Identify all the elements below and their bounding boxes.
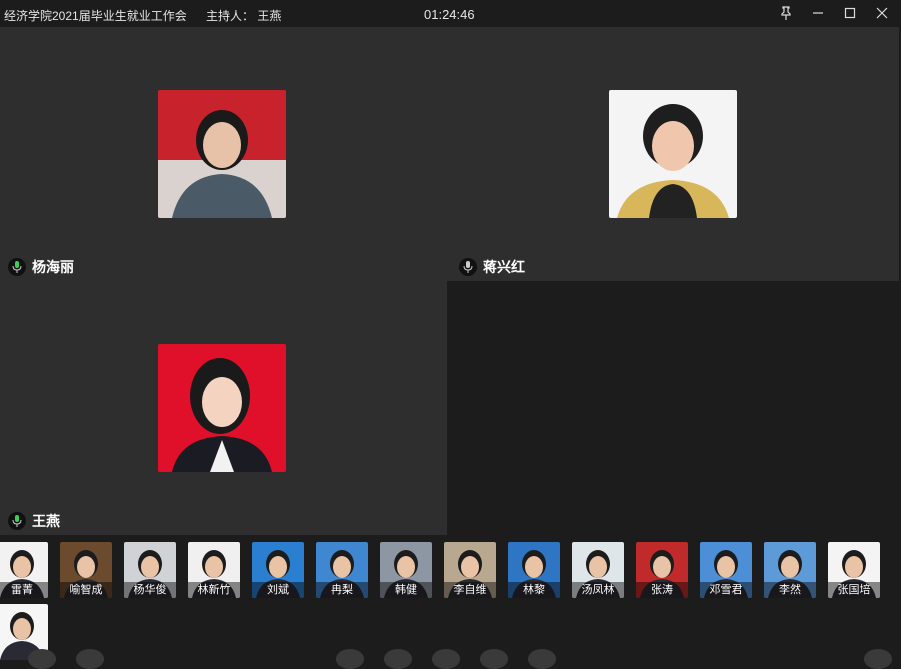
toolbar-button[interactable]	[432, 649, 460, 669]
participant-name: 杨海丽	[32, 259, 74, 275]
toolbar-button[interactable]	[28, 649, 56, 669]
microphone-icon	[8, 258, 26, 276]
participant-thumbnail[interactable]: 雷菁	[0, 542, 48, 598]
meeting-timer: 01:24:46	[424, 7, 475, 22]
participant-name-tag: 蒋兴红	[459, 257, 525, 277]
maximize-icon	[844, 7, 856, 19]
toolbar-button[interactable]	[864, 649, 892, 669]
participant-thumbnail[interactable]: 韩健	[380, 542, 432, 598]
participant-thumbnail-name: 张涛	[636, 582, 688, 598]
toolbar-button[interactable]	[76, 649, 104, 669]
toolbar-button[interactable]	[528, 649, 556, 669]
participant-thumbnail-name: 李自维	[444, 582, 496, 598]
participant-avatar	[158, 90, 286, 218]
pin-button[interactable]	[774, 3, 798, 23]
participant-thumbnail-name: 李然	[764, 582, 816, 598]
participant-name-tag: 杨海丽	[8, 257, 74, 277]
microphone-icon	[8, 512, 26, 530]
host-label: 主持人： 王燕	[206, 9, 282, 23]
avatar-photo	[609, 90, 737, 218]
minimize-icon	[813, 12, 823, 14]
participant-thumbnail-name: 邓雪君	[700, 582, 752, 598]
participant-thumbnail-name: 喻智成	[60, 582, 112, 598]
participant-thumbnail-name: 张国培	[828, 582, 880, 598]
participant-thumbnail[interactable]: 喻智成	[60, 542, 112, 598]
participant-thumbnail[interactable]: 刘斌	[252, 542, 304, 598]
participant-name: 蒋兴红	[483, 259, 525, 275]
meeting-title: 经济学院2021届毕业生就业工作会	[4, 9, 187, 23]
participant-thumbnail[interactable]: 张国培	[828, 542, 880, 598]
participant-avatar	[609, 90, 737, 218]
avatar-photo	[158, 344, 286, 472]
toolbar-button[interactable]	[480, 649, 508, 669]
participant-thumbnail-name: 冉梨	[316, 582, 368, 598]
participant-thumbnail-name: 刘斌	[252, 582, 304, 598]
video-tile-3[interactable]: 王燕	[0, 281, 447, 535]
title-bar: 经济学院2021届毕业生就业工作会 主持人： 王燕 01:24:46	[0, 0, 901, 27]
maximize-button[interactable]	[838, 3, 862, 23]
toolbar-button[interactable]	[336, 649, 364, 669]
participant-thumbnail[interactable]: 林黎	[508, 542, 560, 598]
participant-thumbnail[interactable]: 李然	[764, 542, 816, 598]
pin-icon	[781, 6, 791, 20]
toolbar-button[interactable]	[384, 649, 412, 669]
participant-thumbnail-name: 林新竹	[188, 582, 240, 598]
video-tile-1[interactable]: 杨海丽	[0, 27, 447, 281]
participant-thumbnail-name: 汤凤林	[572, 582, 624, 598]
avatar-photo	[158, 90, 286, 218]
participant-thumbnail-name: 韩健	[380, 582, 432, 598]
minimize-button[interactable]	[806, 3, 830, 23]
video-tile-2[interactable]: 蒋兴红	[447, 27, 899, 281]
participant-thumbnail[interactable]: 冉梨	[316, 542, 368, 598]
participant-avatar	[158, 344, 286, 472]
close-button[interactable]	[870, 3, 894, 23]
empty-video-slot	[447, 281, 899, 535]
participant-thumbnail[interactable]: 张涛	[636, 542, 688, 598]
participant-thumbnail[interactable]: 李自维	[444, 542, 496, 598]
microphone-icon	[459, 258, 477, 276]
participant-thumbnail-name: 雷菁	[0, 582, 48, 598]
participant-thumbnail[interactable]: 汤凤林	[572, 542, 624, 598]
participant-thumbnail[interactable]: 杨华俊	[124, 542, 176, 598]
participant-thumbnail[interactable]: 林新竹	[188, 542, 240, 598]
participant-thumbnail-name: 杨华俊	[124, 582, 176, 598]
participant-name: 王燕	[32, 513, 60, 529]
participant-thumbnail-name: 林黎	[508, 582, 560, 598]
close-icon	[876, 7, 888, 19]
participant-thumbnail[interactable]: 邓雪君	[700, 542, 752, 598]
participant-name-tag: 王燕	[8, 511, 60, 531]
